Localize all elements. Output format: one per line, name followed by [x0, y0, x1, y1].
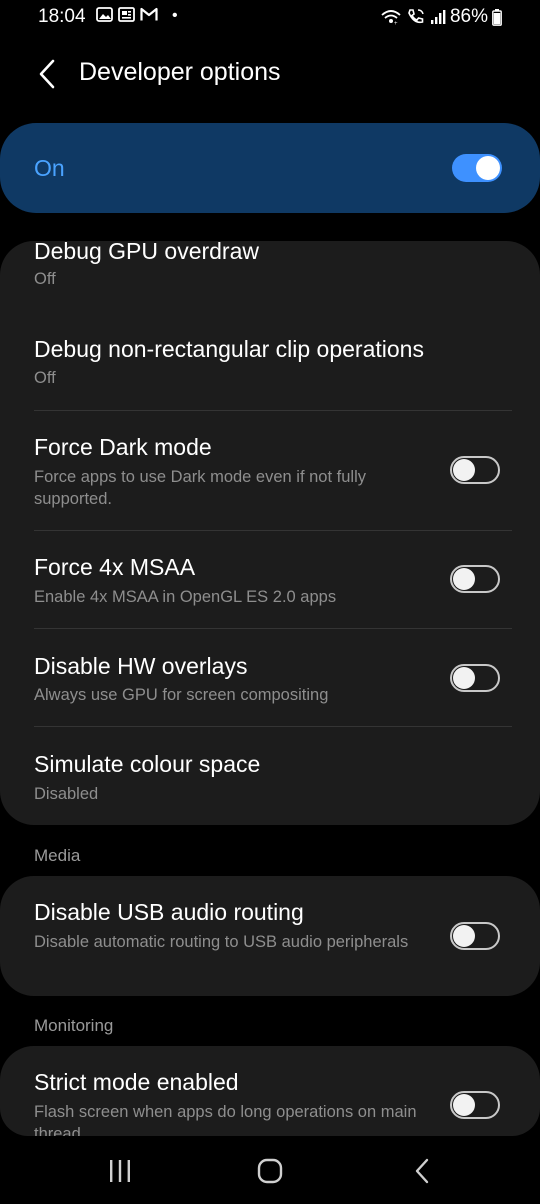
- item-title: Debug non-rectangular clip operations: [34, 336, 424, 362]
- svg-text:+: +: [394, 21, 398, 26]
- item-subtitle: Off: [34, 369, 56, 387]
- toggle-knob: [453, 568, 475, 590]
- item-subtitle: Force apps to use Dark mode even if not …: [34, 468, 366, 508]
- battery-icon: [492, 8, 502, 26]
- force-dark-mode-toggle[interactable]: [450, 456, 500, 484]
- nav-back-icon: [415, 1158, 429, 1184]
- item-subtitle: Disabled: [34, 785, 99, 803]
- disable-usb-audio-routing-toggle[interactable]: [450, 922, 500, 950]
- item-subtitle: Always use GPU for screen compositing: [34, 686, 329, 704]
- item-title: Simulate colour space: [34, 751, 261, 777]
- item-subtitle: Disable automatic routing to USB audio p…: [34, 933, 409, 951]
- item-title: Disable HW overlays: [34, 653, 248, 679]
- item-title: Disable USB audio routing: [34, 899, 304, 925]
- recents-icon: [110, 1160, 130, 1182]
- section-header-media: Media: [34, 846, 81, 865]
- item-title: Debug GPU overdraw: [34, 238, 259, 264]
- status-time: 18:04: [38, 6, 86, 27]
- force-4x-msaa-toggle[interactable]: [450, 565, 500, 593]
- news-icon: [118, 7, 135, 22]
- toggle-knob: [476, 156, 500, 180]
- volte-call-icon: [408, 9, 424, 24]
- item-subtitle: Off: [34, 270, 56, 288]
- master-switch-toggle[interactable]: [452, 154, 502, 182]
- gmail-icon: [140, 7, 158, 21]
- list-item-debug-clip-operations[interactable]: [0, 320, 540, 410]
- item-title: Force 4x MSAA: [34, 554, 196, 580]
- list-item-strict-mode[interactable]: [0, 1046, 540, 1136]
- toggle-knob: [453, 667, 475, 689]
- nav-back-button[interactable]: [400, 1152, 444, 1190]
- navigation-bar: [0, 1138, 540, 1204]
- status-bar: 18:04 • + 86%: [0, 0, 540, 34]
- signal-icon: [430, 10, 446, 24]
- page-title: Developer options: [79, 58, 281, 86]
- item-subtitle: Enable 4x MSAA in OpenGL ES 2.0 apps: [34, 588, 337, 606]
- notification-icons: [96, 7, 158, 22]
- recents-button[interactable]: [98, 1152, 142, 1190]
- disable-hw-overlays-toggle[interactable]: [450, 664, 500, 692]
- back-button[interactable]: [30, 54, 64, 94]
- toggle-knob: [453, 459, 475, 481]
- notification-dot: •: [172, 7, 178, 24]
- wifi-calling-icon: +: [381, 10, 401, 26]
- toggle-knob: [453, 925, 475, 947]
- battery-percent: 86%: [449, 6, 488, 27]
- system-status-icons: + 86%: [380, 6, 502, 28]
- image-icon: [96, 7, 113, 22]
- back-chevron-icon: [39, 59, 55, 89]
- item-title: Force Dark mode: [34, 434, 212, 460]
- home-icon: [257, 1158, 283, 1184]
- master-switch-label: On: [34, 155, 65, 181]
- section-header-monitoring: Monitoring: [34, 1016, 114, 1035]
- home-button[interactable]: [248, 1152, 292, 1190]
